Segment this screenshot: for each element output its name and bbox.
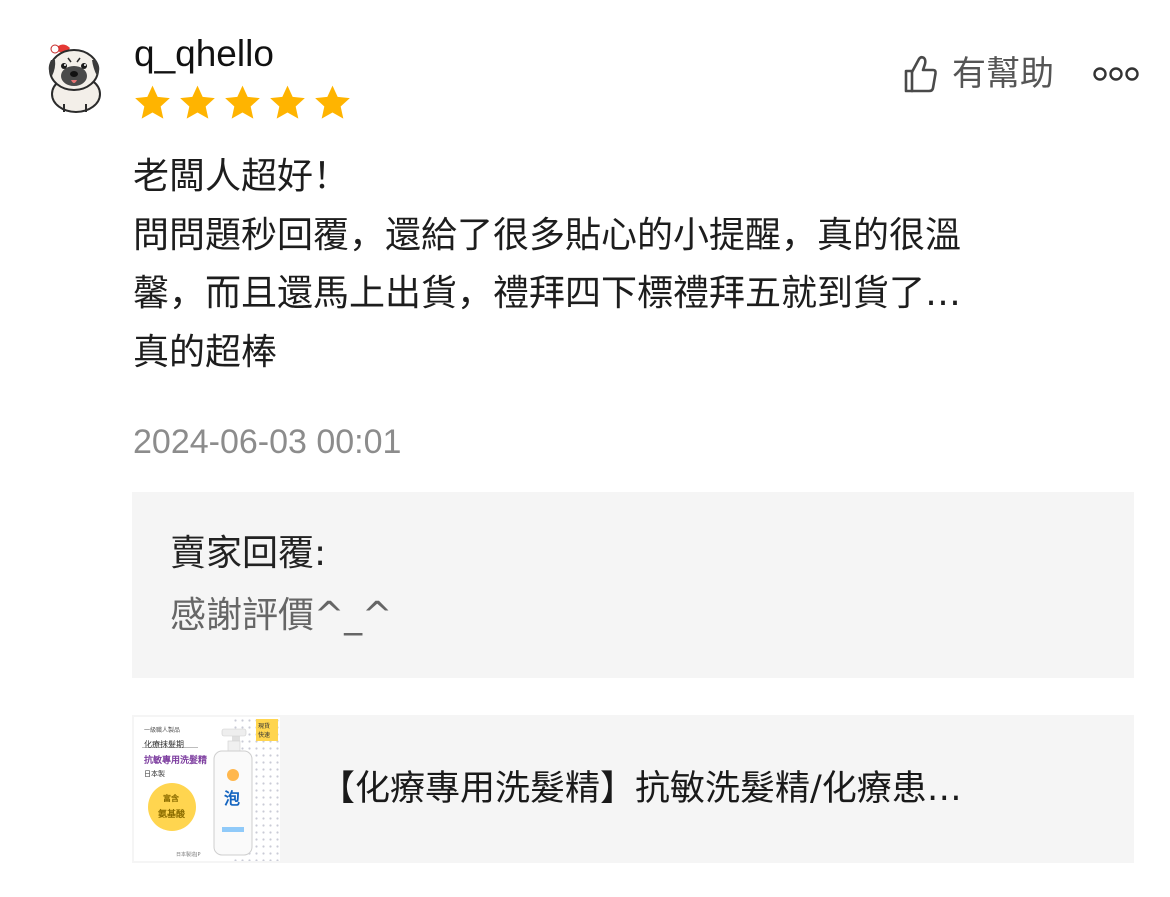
more-options-icon[interactable] xyxy=(1092,62,1140,86)
star-icon xyxy=(270,85,305,119)
star-icon xyxy=(180,85,215,119)
pug-avatar-icon xyxy=(48,44,101,113)
thumbnail-origin: 日本製 xyxy=(144,770,165,778)
thumbnail-badge-line2: 氨基酸 xyxy=(158,810,186,820)
product-thumbnail: 一級職人製品 化療抹髮期 抗敏專用洗髮精 日本製 富含 氨基酸 現貨 快速 泡 … xyxy=(134,717,280,861)
star-icon xyxy=(225,85,260,119)
review-text-line: 馨，而且還馬上出貨，禮拜四下標禮拜五就到貨了… xyxy=(133,273,962,314)
helpful-label: 有幫助 xyxy=(952,54,1054,94)
thumbnail-brand: 一級職人製品 xyxy=(144,727,181,734)
helpful-button[interactable]: 有幫助 xyxy=(902,52,1054,96)
star-icon xyxy=(315,85,350,119)
review-text-line: 老闆人超好！ xyxy=(133,156,350,197)
thumbnail-line1: 化療抹髮期 xyxy=(144,740,184,749)
star-icon xyxy=(135,85,170,119)
seller-reply-title: 賣家回覆: xyxy=(170,533,327,574)
thumbnail-footer: 日本製造JP xyxy=(176,852,201,858)
product-card[interactable]: 一級職人製品 化療抹髮期 抗敏專用洗髮精 日本製 富含 氨基酸 現貨 快速 泡 … xyxy=(132,715,1134,863)
review-text-line: 真的超棒 xyxy=(133,331,278,373)
thumbnail-badge-line1: 富含 xyxy=(163,794,179,803)
thumbnail-line2: 抗敏專用洗髮精 xyxy=(144,756,208,766)
thumbnail-corner-line2: 快速 xyxy=(258,732,271,739)
review-text-line: 問問題秒回覆，還給了很多貼心的小提醒，真的很溫 xyxy=(133,214,962,256)
seller-reply-text: 感謝評價^_^ xyxy=(170,595,393,636)
thumbnail-corner-line1: 現貨 xyxy=(258,723,271,730)
reviewer-username[interactable]: q_qhello xyxy=(134,30,274,78)
rating-stars xyxy=(131,83,354,123)
review-text: 老闆人超好！ 問問題秒回覆，還給了很多貼心的小提醒，真的很溫 馨，而且還馬上出貨… xyxy=(133,148,1133,382)
product-title[interactable]: 【化療專用洗髮精】抗敏洗髮精/化療患… xyxy=(320,765,1110,813)
user-avatar[interactable] xyxy=(40,38,110,114)
review-timestamp: 2024-06-03 00:01 xyxy=(133,423,402,461)
seller-reply-panel: 賣家回覆: 感謝評價^_^ xyxy=(132,492,1134,678)
thumbnail-bottle-char: 泡 xyxy=(224,789,241,808)
thumbs-up-icon xyxy=(904,55,937,93)
